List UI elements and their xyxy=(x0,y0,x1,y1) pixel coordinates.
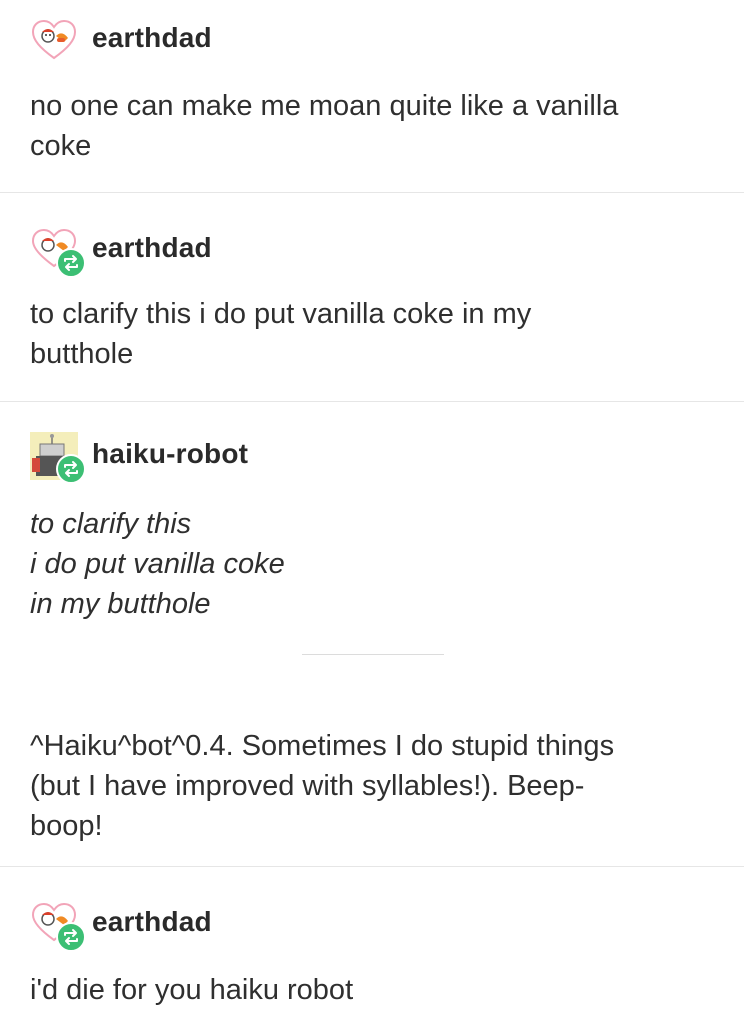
post-divider xyxy=(0,192,744,193)
post-divider xyxy=(0,401,744,402)
post-header: earthdad xyxy=(30,902,630,952)
username[interactable]: haiku-robot xyxy=(92,438,248,470)
post-text-line: no one can make me moan quite like a van… xyxy=(30,90,619,122)
post-body: i'd die for you haiku robot xyxy=(30,970,720,1010)
username[interactable]: earthdad xyxy=(92,232,212,264)
reblog-badge-icon xyxy=(56,454,86,484)
post-header: haiku-robot xyxy=(30,432,630,484)
post-header: earthdad xyxy=(30,18,630,62)
username[interactable]: earthdad xyxy=(92,906,212,938)
haiku-body: to clarify this i do put vanilla coke in… xyxy=(30,504,720,624)
heart-avatar-icon[interactable] xyxy=(30,18,78,66)
post-text-line: butthole xyxy=(30,338,134,370)
footer-line: (but I have improved with syllables!). B… xyxy=(30,770,585,802)
post-text-line: coke xyxy=(30,130,92,162)
post-divider xyxy=(0,866,744,867)
footer-line: boop! xyxy=(30,810,103,842)
haiku-line: to clarify this xyxy=(30,508,192,540)
reblog-badge-icon xyxy=(56,922,86,952)
post-body: no one can make me moan quite like a van… xyxy=(30,86,720,166)
haiku-line: in my butthole xyxy=(30,588,211,620)
post-body: to clarify this i do put vanilla coke in… xyxy=(30,294,720,374)
footer-line: ^Haiku^bot^0.4. Sometimes I do stupid th… xyxy=(30,730,615,762)
username[interactable]: earthdad xyxy=(92,22,212,54)
bot-footer: ^Haiku^bot^0.4. Sometimes I do stupid th… xyxy=(30,726,720,846)
post-header: earthdad xyxy=(30,228,630,278)
post-text-line: i'd die for you haiku robot xyxy=(30,974,354,1006)
reblog-badge-icon xyxy=(56,248,86,278)
haiku-line: i do put vanilla coke xyxy=(30,548,285,580)
post-text-line: to clarify this i do put vanilla coke in… xyxy=(30,298,532,330)
haiku-separator xyxy=(302,654,444,655)
